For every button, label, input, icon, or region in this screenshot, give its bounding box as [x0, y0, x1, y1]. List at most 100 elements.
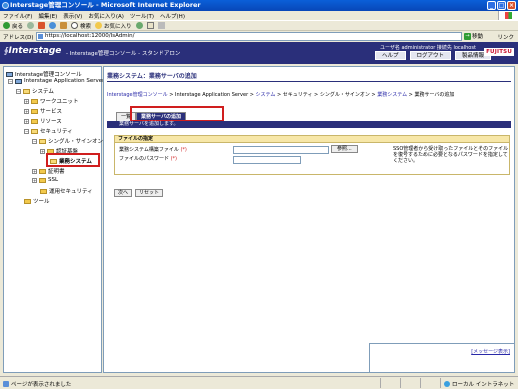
mail-button[interactable] — [146, 22, 154, 29]
print-button[interactable] — [157, 22, 165, 29]
tree-item-workunit[interactable]: + ワークユニット — [24, 97, 79, 105]
server-icon — [15, 78, 22, 84]
tree-item-single-sign-on[interactable]: − シングル・サインオン — [32, 137, 103, 145]
tree-item-service[interactable]: + サービス — [24, 107, 62, 115]
header-buttons: ヘルプ ログアウト 製品情報 — [375, 51, 492, 60]
address-bar: アドレス(D) https://localhost:12000/IsAdmin/… — [0, 31, 518, 42]
minimize-button[interactable]: _ — [487, 1, 496, 10]
status-divider — [440, 378, 441, 388]
address-input[interactable]: https://localhost:12000/IsAdmin/ — [36, 32, 462, 41]
console-icon — [6, 71, 13, 77]
expand-icon[interactable]: + — [32, 168, 37, 174]
main-content: 業務システム：業務サーバの追加 Interstage管理コンソール > Inte… — [103, 66, 515, 373]
search-button[interactable]: 検索 — [71, 22, 91, 30]
tree-item-application-server[interactable]: − Interstage Application Server — [8, 78, 104, 84]
home-icon — [60, 22, 68, 29]
tree-item-tools[interactable]: ツール — [24, 197, 50, 205]
folder-icon — [40, 188, 47, 194]
reset-button[interactable]: リセット — [135, 189, 164, 197]
breadcrumb-separator: > — [275, 92, 283, 98]
status-divider — [400, 378, 401, 388]
password-label-text: ファイルのパスワード — [119, 156, 170, 162]
address-url: https://localhost:12000/IsAdmin/ — [45, 33, 135, 39]
show-message-link[interactable]: [メッセージ表示] — [471, 348, 510, 355]
forward-button[interactable] — [27, 22, 35, 29]
password-input[interactable] — [233, 156, 301, 164]
logout-button[interactable]: ログアウト — [409, 51, 452, 60]
status-right: ローカル イントラネット — [444, 380, 514, 388]
selection-highlight — [46, 153, 100, 167]
breadcrumb-link[interactable]: Interstage管理コンソール — [107, 92, 168, 98]
file-input[interactable] — [233, 146, 329, 154]
menu-edit[interactable]: 編集(E) — [38, 12, 57, 20]
home-button[interactable] — [60, 22, 68, 29]
tree-label: リソース — [40, 119, 62, 125]
folder-open-icon — [39, 138, 46, 144]
expand-icon[interactable]: + — [24, 108, 29, 114]
tree-item-resource[interactable]: + リソース — [24, 117, 62, 125]
menu-help[interactable]: ヘルプ(H) — [160, 12, 185, 20]
breadcrumb-item: セキュリティ — [282, 92, 313, 98]
maximize-button[interactable]: □ — [497, 1, 506, 10]
go-label: 移動 — [472, 34, 484, 40]
tree-item-security[interactable]: − セキュリティ — [24, 127, 73, 135]
collapse-icon[interactable]: − — [8, 78, 13, 84]
breadcrumb: Interstage管理コンソール > Interstage Applicati… — [107, 91, 454, 98]
next-button[interactable]: 次へ — [114, 189, 133, 197]
menu-favorites[interactable]: お気に入り(A) — [88, 12, 124, 20]
star-icon — [95, 22, 103, 29]
tree-label: シングル・サインオン — [48, 139, 104, 145]
form-buttons: 次へ リセット — [114, 189, 164, 197]
file-spec-form: ファイルの指定 業務システム構築ファイル (*) ファイルのパスワード (*) … — [114, 135, 510, 175]
back-button[interactable]: 戻る — [3, 22, 23, 30]
tree-label: 運用セキュリティ — [49, 189, 93, 195]
address-label: アドレス(D) — [3, 34, 34, 41]
history-icon — [135, 22, 143, 29]
refresh-icon — [49, 22, 57, 29]
help-button[interactable]: ヘルプ — [375, 51, 406, 60]
folder-icon — [31, 108, 38, 114]
favorites-button[interactable]: お気に入り — [95, 22, 132, 30]
breadcrumb-current: 業務サーバの追加 — [414, 92, 455, 98]
tree-item-console[interactable]: Interstage管理コンソール — [6, 70, 82, 78]
collapse-icon[interactable]: − — [24, 128, 29, 134]
breadcrumb-link[interactable]: システム — [256, 92, 276, 98]
breadcrumb-separator: > — [312, 92, 320, 98]
menu-tools[interactable]: ツール(T) — [130, 12, 154, 20]
history-button[interactable] — [135, 22, 143, 29]
collapse-icon[interactable]: − — [16, 88, 21, 94]
password-field-label: ファイルのパスワード (*) — [119, 155, 177, 162]
folder-icon — [39, 168, 46, 174]
tree-label: セキュリティ — [40, 129, 73, 135]
logo-text: Interstage — [8, 46, 62, 56]
links-label[interactable]: リンク — [497, 33, 514, 41]
mail-icon — [146, 22, 154, 29]
expand-icon[interactable]: + — [24, 118, 29, 124]
file-field-label: 業務システム構築ファイル (*) — [119, 146, 187, 153]
go-button[interactable]: → 移動 — [464, 32, 483, 40]
menu-view[interactable]: 表示(V) — [63, 12, 82, 20]
user-info: ユーザ名 administrator 接続先 localhost — [380, 45, 476, 51]
go-arrow-icon: → — [464, 32, 471, 40]
collapse-icon[interactable]: − — [32, 138, 37, 144]
tree-item-operational-security[interactable]: 運用セキュリティ — [40, 187, 93, 195]
tree-label: 証明書 — [48, 169, 65, 175]
expand-icon[interactable]: + — [24, 98, 29, 104]
refresh-button[interactable] — [49, 22, 57, 29]
tree-item-system[interactable]: − システム — [16, 87, 54, 95]
close-button[interactable]: × — [507, 1, 516, 10]
windows-flag-icon — [505, 12, 512, 19]
tree-item-ssl[interactable]: + SSL — [32, 177, 58, 183]
tree-item-certificate[interactable]: + 証明書 — [32, 167, 65, 175]
windows-logo — [498, 11, 518, 20]
browse-button[interactable]: 参照... — [331, 145, 358, 153]
menu-file[interactable]: ファイル(F) — [3, 12, 32, 20]
stop-button[interactable] — [38, 22, 46, 29]
folder-icon — [31, 118, 38, 124]
expand-icon[interactable]: + — [32, 177, 37, 183]
tree-label: SSL — [48, 177, 59, 183]
folder-icon — [31, 98, 38, 104]
breadcrumb-link[interactable]: 業務システム — [377, 92, 407, 98]
page-done-icon — [3, 381, 9, 387]
expand-icon[interactable]: + — [40, 148, 45, 154]
